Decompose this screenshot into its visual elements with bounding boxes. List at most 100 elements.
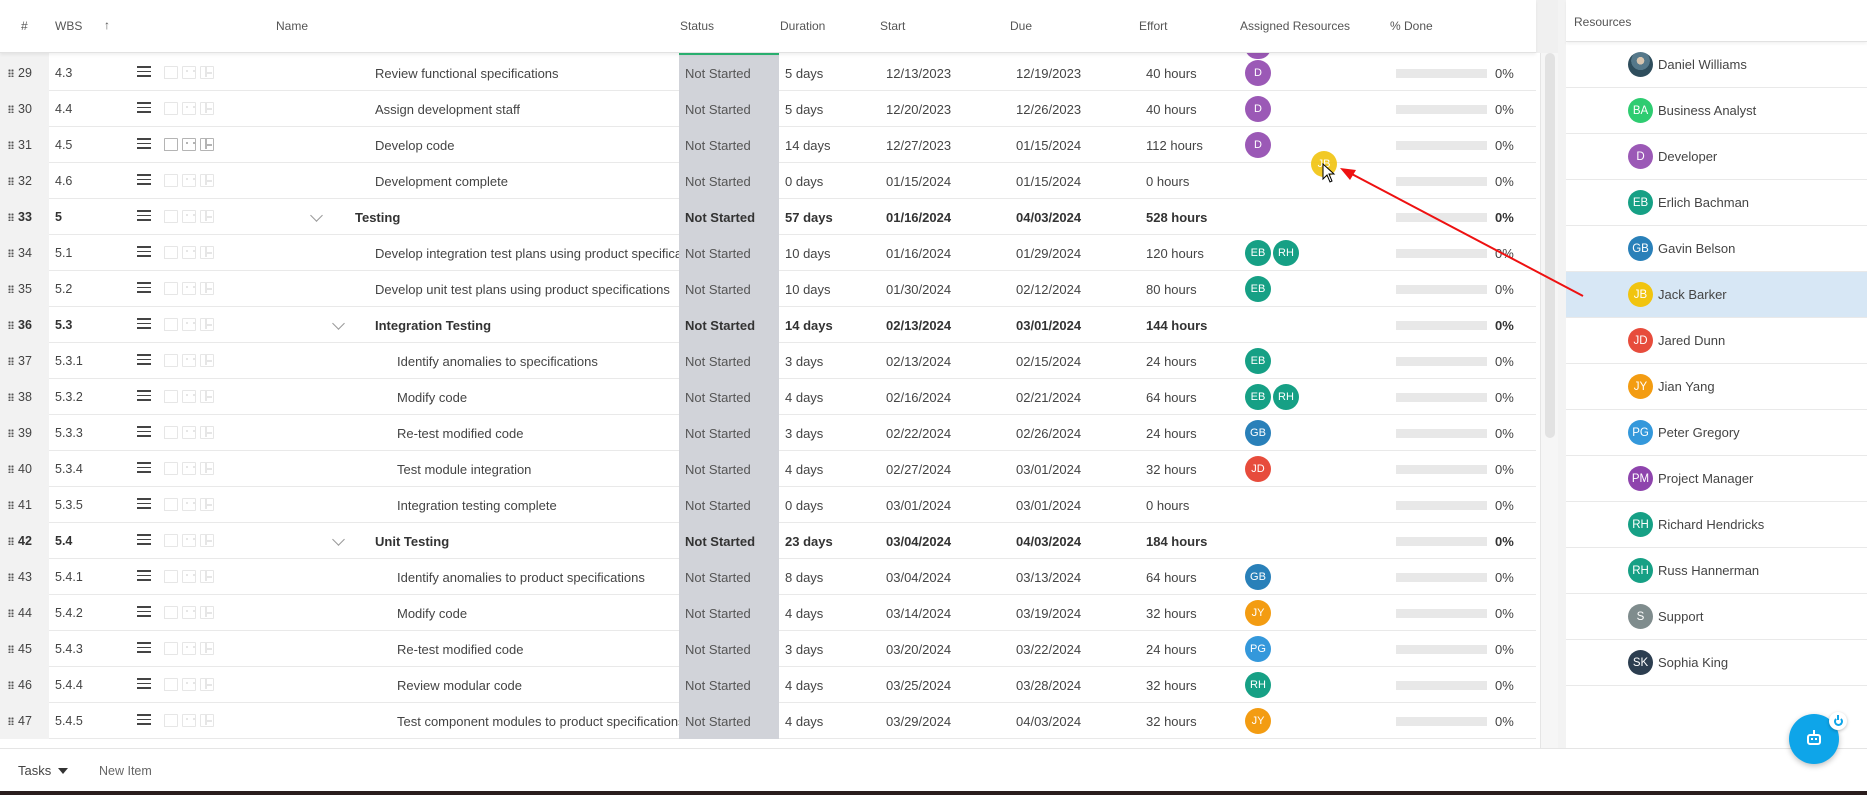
due-date-cell[interactable]: 02/21/2024 xyxy=(1016,390,1081,405)
task-name[interactable]: Development complete xyxy=(375,174,508,189)
comments-icon[interactable] xyxy=(182,534,196,547)
status-cell[interactable]: Not Started xyxy=(679,163,779,199)
task-name[interactable]: Re-test modified code xyxy=(397,642,523,657)
duration-cell[interactable]: 57 days xyxy=(785,210,833,225)
start-date-cell[interactable]: 02/27/2024 xyxy=(886,462,951,477)
vertical-scrollbar[interactable] xyxy=(1540,53,1558,748)
resource-avatar[interactable]: JD xyxy=(1245,456,1271,482)
row-menu-icon[interactable] xyxy=(137,606,151,618)
effort-cell[interactable]: 64 hours xyxy=(1146,570,1197,585)
wbs-cell[interactable]: 5.4.2 xyxy=(55,606,83,620)
row-number-cell[interactable]: 38 xyxy=(0,379,49,415)
status-cell[interactable]: Not Started xyxy=(679,91,779,127)
wbs-cell[interactable]: 5 xyxy=(55,210,62,224)
board-icon[interactable] xyxy=(200,606,214,619)
resource-item[interactable]: SK Sophia King xyxy=(1566,640,1867,686)
comments-icon[interactable] xyxy=(182,318,196,331)
resource-avatar[interactable]: D xyxy=(1245,96,1271,122)
resource-item[interactable]: JB Jack Barker xyxy=(1566,272,1867,318)
resource-item[interactable]: PG Peter Gregory xyxy=(1566,410,1867,456)
comments-icon[interactable] xyxy=(182,462,196,475)
assigned-resources-cell[interactable]: GB xyxy=(1245,420,1271,446)
status-cell[interactable]: Not Started xyxy=(679,415,779,451)
comments-icon[interactable] xyxy=(182,426,196,439)
task-row[interactable]: 46 5.4.4 Review modular code Not Started 4 d… xyxy=(0,667,1536,703)
start-date-cell[interactable]: 01/16/2024 xyxy=(886,246,951,261)
board-icon[interactable] xyxy=(200,714,214,727)
task-name[interactable]: Integration testing complete xyxy=(397,498,557,513)
task-row[interactable]: 29 4.3 Review functional specifications Not… xyxy=(0,55,1536,91)
percent-done-value[interactable]: 0% xyxy=(1495,462,1514,477)
board-icon[interactable] xyxy=(200,642,214,655)
due-date-cell[interactable]: 01/29/2024 xyxy=(1016,246,1081,261)
task-row[interactable]: 41 5.3.5 Integration testing complete Not S… xyxy=(0,487,1536,523)
percent-done-value[interactable]: 0% xyxy=(1495,426,1514,441)
drag-handle-icon[interactable] xyxy=(8,573,14,581)
percent-done-value[interactable]: 0% xyxy=(1495,678,1514,693)
percent-done-value[interactable]: 0% xyxy=(1495,66,1514,81)
percent-done-value[interactable]: 0% xyxy=(1495,246,1514,261)
percent-done-value[interactable]: 0% xyxy=(1495,390,1514,405)
board-icon[interactable] xyxy=(200,570,214,583)
assigned-resources-cell[interactable]: JD xyxy=(1245,456,1271,482)
due-date-cell[interactable]: 03/01/2024 xyxy=(1016,462,1081,477)
new-item-button[interactable]: New Item xyxy=(99,764,152,778)
task-name[interactable]: Develop unit test plans using product sp… xyxy=(375,282,670,297)
status-cell[interactable]: Not Started xyxy=(679,199,779,235)
notes-icon[interactable] xyxy=(164,498,178,511)
resource-item[interactable]: D Developer xyxy=(1566,134,1867,180)
row-number-cell[interactable]: 42 xyxy=(0,523,49,559)
effort-cell[interactable]: 64 hours xyxy=(1146,390,1197,405)
wbs-cell[interactable]: 5.4.4 xyxy=(55,678,83,692)
comments-icon[interactable] xyxy=(182,282,196,295)
task-name[interactable]: Review functional specifications xyxy=(375,66,559,81)
status-cell[interactable]: Not Started xyxy=(679,379,779,415)
percent-done-value[interactable]: 0% xyxy=(1495,606,1514,621)
drag-handle-icon[interactable] xyxy=(8,105,14,113)
board-icon[interactable] xyxy=(200,66,214,79)
drag-handle-icon[interactable] xyxy=(8,537,14,545)
row-menu-icon[interactable] xyxy=(137,246,151,258)
start-date-cell[interactable]: 03/01/2024 xyxy=(886,498,951,513)
status-cell[interactable]: Not Started xyxy=(679,667,779,703)
task-row[interactable]: 30 4.4 Assign development staff Not Started… xyxy=(0,91,1536,127)
board-icon[interactable] xyxy=(200,354,214,367)
due-date-cell[interactable]: 02/15/2024 xyxy=(1016,354,1081,369)
resource-avatar[interactable]: PG xyxy=(1245,636,1271,662)
row-menu-icon[interactable] xyxy=(137,714,151,726)
column-header-percent-done[interactable]: % Done xyxy=(1390,19,1433,33)
wbs-cell[interactable]: 4.4 xyxy=(55,102,72,116)
notes-icon[interactable] xyxy=(164,318,178,331)
comments-icon[interactable] xyxy=(182,606,196,619)
effort-cell[interactable]: 32 hours xyxy=(1146,462,1197,477)
due-date-cell[interactable]: 04/03/2024 xyxy=(1016,714,1081,729)
wbs-cell[interactable]: 4.3 xyxy=(55,66,72,80)
wbs-cell[interactable]: 5.2 xyxy=(55,282,72,296)
task-name[interactable]: Develop code xyxy=(375,138,455,153)
row-menu-icon[interactable] xyxy=(137,642,151,654)
duration-cell[interactable]: 10 days xyxy=(785,282,831,297)
notes-icon[interactable] xyxy=(164,570,178,583)
row-number-cell[interactable]: 43 xyxy=(0,559,49,595)
start-date-cell[interactable]: 03/20/2024 xyxy=(886,642,951,657)
wbs-cell[interactable]: 5.3.3 xyxy=(55,426,83,440)
duration-cell[interactable]: 4 days xyxy=(785,606,823,621)
notes-icon[interactable] xyxy=(164,102,178,115)
wbs-cell[interactable]: 5.4.1 xyxy=(55,570,83,584)
assigned-resources-cell[interactable]: D xyxy=(1245,132,1271,158)
duration-cell[interactable]: 3 days xyxy=(785,426,823,441)
effort-cell[interactable]: 40 hours xyxy=(1146,66,1197,81)
comments-icon[interactable] xyxy=(182,678,196,691)
assigned-resources-cell[interactable]: JY xyxy=(1245,600,1271,626)
duration-cell[interactable]: 3 days xyxy=(785,354,823,369)
wbs-cell[interactable]: 5.1 xyxy=(55,246,72,260)
drag-handle-icon[interactable] xyxy=(8,717,14,725)
task-name[interactable]: Identify anomalies to specifications xyxy=(397,354,598,369)
effort-cell[interactable]: 32 hours xyxy=(1146,678,1197,693)
row-number-cell[interactable]: 45 xyxy=(0,631,49,667)
drag-handle-icon[interactable] xyxy=(8,681,14,689)
drag-handle-icon[interactable] xyxy=(8,357,14,365)
task-row[interactable]: 34 5.1 Develop integration test plans usin… xyxy=(0,235,1536,271)
status-cell[interactable]: Not Started xyxy=(679,271,779,307)
column-header-duration[interactable]: Duration xyxy=(780,19,825,33)
